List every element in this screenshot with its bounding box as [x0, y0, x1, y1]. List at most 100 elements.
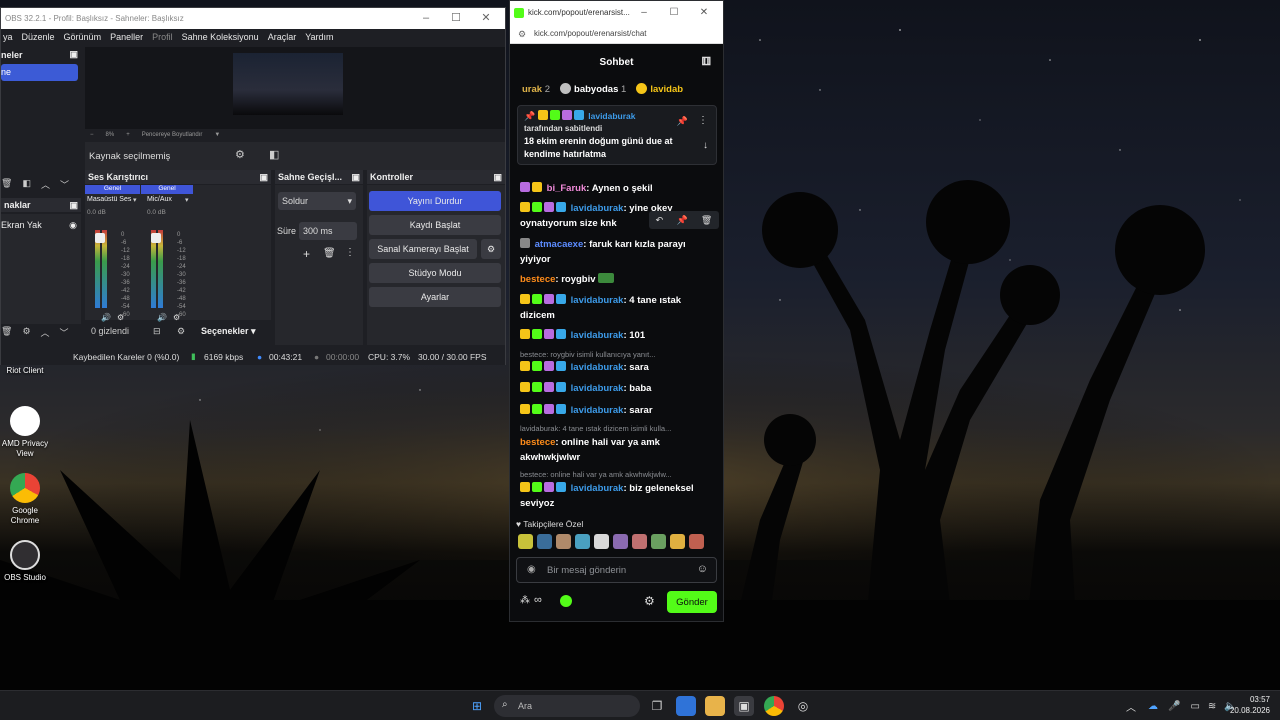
remove-source-icon[interactable]: 🗑	[1, 326, 12, 340]
emote-icon[interactable]	[537, 534, 552, 549]
chevron-down-icon[interactable]: ▼	[214, 132, 220, 138]
site-info-icon[interactable]: ⚙	[518, 29, 526, 40]
chat-message[interactable]: lavidaburak: 101	[520, 328, 718, 343]
move-up-icon[interactable]: ︿	[41, 326, 50, 340]
microphone-icon[interactable]: 🎤	[1168, 701, 1180, 712]
chat-username[interactable]: lavidaburak	[571, 203, 624, 214]
store-icon[interactable]: ▣	[734, 696, 754, 716]
undock-icon[interactable]: ▣	[259, 172, 268, 183]
zoom-out-button[interactable]: −	[90, 132, 94, 138]
chat-username[interactable]: lavidaburak	[571, 362, 624, 373]
track2-menu-icon[interactable]: ▾	[185, 196, 189, 204]
task-view-icon[interactable]: ❐	[647, 696, 667, 716]
studio-mode-button[interactable]: Stüdyo Modu	[369, 263, 501, 283]
chat-username[interactable]: bestece	[520, 437, 555, 448]
emote-icon[interactable]	[670, 534, 685, 549]
track1-menu-icon[interactable]: ▾	[133, 196, 137, 204]
stop-stream-button[interactable]: Yayını Durdur	[369, 191, 501, 211]
track2-gear-icon[interactable]: ⚙	[173, 313, 180, 322]
scene-item-selected[interactable]: ne	[1, 64, 78, 81]
emote-icon[interactable]	[689, 534, 704, 549]
chat-message[interactable]: lavidaburak: baba	[520, 381, 718, 396]
undock-icon[interactable]: ▣	[69, 200, 78, 211]
infinity-icon[interactable]: ∞	[534, 594, 542, 606]
menu-profile[interactable]: Profil	[152, 32, 173, 42]
reply-icon[interactable]: ↶	[656, 215, 664, 226]
mixer-settings-icon[interactable]: ⚙	[177, 326, 185, 337]
reply-context[interactable]: bestece: roygbiv isimli kullanıcıya yanı…	[520, 350, 718, 359]
move-down-icon[interactable]: ﹀	[60, 326, 69, 340]
track1-speaker-icon[interactable]: 🔊	[101, 313, 111, 322]
chat-message[interactable]: lavidaburak: biz geleneksel seviyoz	[520, 481, 718, 511]
obs-preview[interactable]	[85, 47, 505, 129]
share-icon[interactable]: ⁂	[520, 595, 530, 606]
taskbar-search[interactable]: ⌕ Ara	[494, 695, 640, 717]
unpin-icon[interactable]: 📌	[677, 116, 688, 127]
chat-username[interactable]: atmacaexe	[535, 239, 584, 250]
gifter-3[interactable]: lavidab	[636, 83, 683, 95]
pinned-username[interactable]: lavidaburak	[588, 111, 635, 121]
chat-message[interactable]: bestece: roygbiv	[520, 272, 718, 287]
start-record-button[interactable]: Kaydı Başlat	[369, 215, 501, 235]
maximize-icon[interactable]: ☐	[441, 8, 471, 29]
desktop-icon-obs-studio[interactable]: OBS Studio	[0, 540, 50, 583]
menu-file[interactable]: ya	[3, 32, 13, 42]
move-down-icon[interactable]: ﹀	[60, 178, 69, 192]
chat-message[interactable]: lavidaburak: 4 tane ıstak dizicem	[520, 293, 718, 323]
menu-help[interactable]: Yardım	[305, 32, 333, 42]
source-gear-icon[interactable]: ⚙	[22, 326, 30, 340]
gift-icon[interactable]: ⚅	[701, 55, 711, 68]
chat-input[interactable]: ◉ Bir mesaj gönderin ☺	[516, 557, 717, 583]
zoom-in-button[interactable]: +	[126, 132, 130, 138]
chat-message[interactable]: lavidaburak: sara	[520, 360, 718, 375]
windows-start-icon[interactable]: ⊞	[467, 696, 487, 716]
move-up-icon[interactable]: ︿	[41, 178, 50, 192]
remove-transition-icon[interactable]: 🗑	[323, 248, 336, 259]
pinned-message[interactable]: 📌 lavidaburak tarafından sabitlendi 18 e…	[517, 105, 717, 165]
emote-icon[interactable]	[594, 534, 609, 549]
reply-context[interactable]: lavidaburak: 4 tane ıstak dizicem isimli…	[520, 424, 718, 433]
gifter-2[interactable]: babyodas 1	[560, 83, 626, 95]
minimize-icon[interactable]: –	[629, 1, 659, 24]
menu-view[interactable]: Görünüm	[64, 32, 102, 42]
more-icon[interactable]: ⋮	[345, 247, 355, 258]
send-button[interactable]: Gönder	[667, 591, 717, 613]
menu-scene-collection[interactable]: Sahne Koleksiyonu	[182, 32, 259, 42]
emote-icon[interactable]	[613, 534, 628, 549]
mixer-layout-icon[interactable]: ⊟	[153, 326, 161, 337]
obs-taskbar-icon[interactable]: ◎	[793, 696, 813, 716]
chat-username[interactable]: lavidaburak	[571, 483, 624, 494]
clock[interactable]: 03:57 20.08.2026	[1230, 694, 1270, 716]
pin-icon[interactable]: 📌	[676, 215, 687, 226]
menu-docks[interactable]: Paneller	[110, 32, 143, 42]
chrome-taskbar-icon[interactable]	[764, 696, 784, 716]
transition-select[interactable]: Soldur ▾	[278, 192, 356, 210]
chat-message[interactable]: lavidaburak: sarar	[520, 403, 718, 418]
network-icon[interactable]: ▭	[1190, 701, 1199, 712]
virtual-camera-button[interactable]: Sanal Kamerayı Başlat	[369, 239, 477, 259]
maximize-icon[interactable]: ☐	[659, 1, 689, 24]
more-icon[interactable]: ⋮	[698, 115, 708, 126]
chat-username[interactable]: lavidaburak	[571, 295, 624, 306]
chat-username[interactable]: bi_Faruk	[547, 183, 587, 194]
scene-filter-icon[interactable]: ◧	[22, 178, 31, 192]
settings-button[interactable]: Ayarlar	[369, 287, 501, 307]
emote-icon[interactable]	[556, 534, 571, 549]
menu-edit[interactable]: Düzenle	[22, 32, 55, 42]
emote-icon[interactable]	[575, 534, 590, 549]
emote-icon[interactable]	[632, 534, 647, 549]
desktop-icon-google-chrome[interactable]: Google Chrome	[0, 473, 50, 526]
chat-username[interactable]: lavidaburak	[571, 383, 624, 394]
virtual-camera-gear-icon[interactable]: ⚙	[481, 239, 501, 259]
undock-icon[interactable]: ▣	[351, 172, 360, 183]
undock-icon[interactable]: ▣	[493, 172, 502, 183]
zoom-fit-dropdown[interactable]: Pencereye Boyutlandır	[142, 132, 203, 138]
desktop-icon-amd-privacy-view[interactable]: AMD Privacy View	[0, 406, 50, 459]
file-explorer-icon[interactable]	[705, 696, 725, 716]
close-icon[interactable]: ✕	[471, 8, 501, 29]
close-icon[interactable]: ✕	[689, 1, 719, 24]
source-item[interactable]: Ekran Yak ◉	[1, 220, 81, 231]
add-transition-icon[interactable]: +	[303, 247, 310, 261]
chat-message[interactable]: bestece: online hali var ya amk akwhwkjw…	[520, 435, 718, 465]
chat-message[interactable]: bi_Faruk: Aynen o şekil	[520, 181, 718, 196]
